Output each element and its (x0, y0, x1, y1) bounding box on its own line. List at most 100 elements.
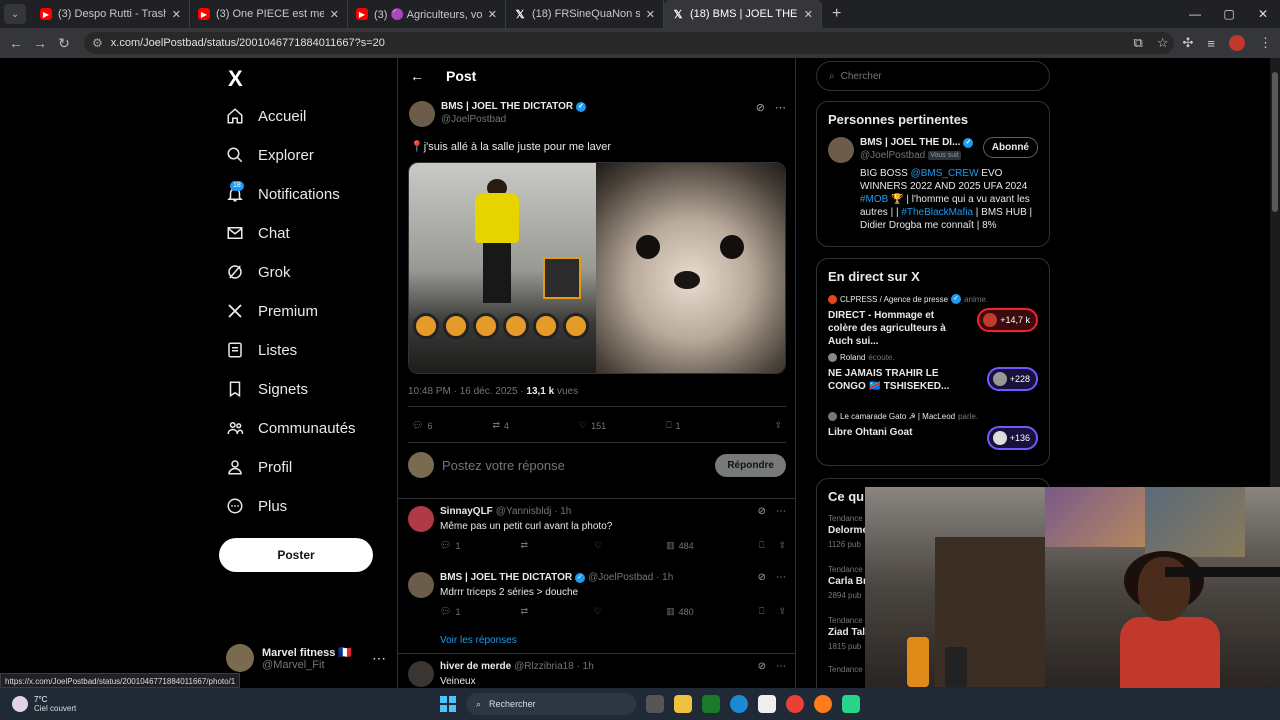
more-dots-icon[interactable]: ⋯ (776, 506, 786, 517)
nav-item-notifications[interactable]: 18 Notifications (226, 180, 340, 208)
task-view-icon[interactable] (646, 695, 664, 713)
post-button[interactable]: Poster (219, 538, 373, 572)
install-app-icon[interactable]: ⧉ (1134, 35, 1143, 51)
chihuahua-image[interactable] (596, 163, 785, 373)
x-logo[interactable]: X (228, 66, 243, 92)
live-item[interactable]: Roland écoute. NE JAMAIS TRAHIR LE CONGO … (828, 353, 1038, 412)
browser-tab[interactable]: 𝕏 (18) FRSineQuaNon sur X : "@T ✕ (506, 0, 664, 28)
minimize-icon[interactable]: — (1178, 0, 1212, 28)
firefox-icon[interactable] (814, 695, 832, 713)
share-icon[interactable]: ⇪ (774, 420, 782, 431)
close-tab-icon[interactable]: ✕ (330, 8, 339, 21)
more-dots-icon[interactable]: ⋯ (776, 661, 786, 672)
weather-widget[interactable]: 7°C Ciel couvert (12, 695, 76, 713)
comment-icon[interactable]: 💬︎ 1 (440, 540, 460, 551)
more-dots-icon[interactable]: ⋯ (775, 101, 786, 114)
nav-item-lists[interactable]: Listes (226, 336, 297, 364)
profile-avatar[interactable] (1229, 35, 1245, 51)
browser-tab[interactable]: ▶ (3) 🟣 Agriculteurs, vote du bu ✕ (348, 0, 506, 28)
author-name[interactable]: BMS | JOEL THE DICTATOR (441, 101, 573, 112)
comment-item[interactable]: SinnayQLF @Yannisbldj · 1h ⊘ ⋯ Même pas un… (408, 506, 786, 551)
share-icon[interactable]: ⇪ (778, 606, 786, 617)
close-tab-icon[interactable]: ✕ (172, 8, 181, 21)
site-info-icon[interactable]: ⚙ (92, 36, 103, 50)
store-icon[interactable] (758, 695, 776, 713)
close-tab-icon[interactable]: ✕ (488, 8, 497, 21)
share-icon[interactable]: ⇪ (778, 540, 786, 551)
url-field[interactable]: ⚙ x.com/JoelPostbad/status/2001046771884… (84, 32, 1174, 54)
nvidia-icon[interactable] (702, 695, 720, 713)
nav-item-communities[interactable]: Communautés (226, 414, 356, 442)
forward-arrow-icon[interactable]: → (28, 35, 52, 51)
nav-item-more[interactable]: Plus (226, 492, 287, 520)
comment-item[interactable]: hiver de merde @Rlzzibria18 · 1h ⊘ ⋯ Veine… (408, 661, 786, 687)
tab-search-button[interactable]: ⌄ (4, 4, 26, 24)
nav-item-grok[interactable]: Grok (226, 258, 291, 286)
taskbar-search[interactable]: ⌕ Rechercher (466, 693, 636, 715)
close-tab-icon[interactable]: ✕ (804, 8, 813, 21)
back-arrow-icon[interactable]: ← (4, 35, 28, 51)
nav-item-profile[interactable]: Profil (226, 453, 292, 481)
bookmark-icon[interactable]: ⎕ (759, 540, 764, 551)
bookmark-action[interactable]: ⎕ 1 (666, 420, 680, 431)
listener-count[interactable]: +228 (986, 367, 1038, 391)
live-item[interactable]: Le camarade Gato ☭ | MacLeod parle. Libre… (828, 412, 1038, 471)
scrollbar-thumb[interactable] (1272, 72, 1278, 212)
extensions-icon[interactable]: ✣ (1183, 35, 1194, 51)
avatar[interactable] (409, 101, 435, 127)
chrome-icon[interactable] (786, 695, 804, 713)
reply-input[interactable]: Postez votre réponse (442, 458, 565, 473)
grok-icon[interactable]: ⊘ (758, 661, 766, 672)
new-tab-button[interactable]: + (832, 5, 841, 23)
views-icon[interactable]: ▥ 484 (666, 540, 694, 551)
gym-selfie-image[interactable] (409, 163, 596, 373)
avatar[interactable] (828, 137, 854, 163)
reply-button[interactable]: Répondre (715, 453, 786, 477)
app-icon[interactable] (842, 695, 860, 713)
heart-icon[interactable]: ♡ (594, 606, 602, 617)
comment-item[interactable]: BMS | JOEL THE DICTATOR ✓ @JoelPostbad · 1… (408, 572, 786, 617)
browser-menu-icon[interactable]: ⋮ (1259, 35, 1272, 51)
listener-count[interactable]: +14,7 k (977, 308, 1038, 332)
reading-list-icon[interactable]: ≡ (1207, 36, 1215, 51)
heart-icon[interactable]: ♡ (594, 540, 602, 551)
edge-icon[interactable] (730, 695, 748, 713)
browser-tab-active[interactable]: 𝕏 (18) BMS | JOEL THE DICTATOR ✕ (664, 0, 822, 28)
more-dots-icon[interactable]: ⋯ (776, 572, 786, 583)
nav-item-chat[interactable]: Chat (226, 219, 290, 247)
views-icon[interactable]: ▥ 480 (666, 606, 694, 617)
file-explorer-icon[interactable] (674, 695, 692, 713)
back-arrow-icon[interactable]: ← (410, 68, 424, 84)
reply-action[interactable]: 💬︎ 6 (412, 420, 432, 431)
following-button[interactable]: Abonné (982, 137, 1038, 158)
browser-tab[interactable]: ▶ (3) One PIECE est meilleur sans ✕ (190, 0, 348, 28)
nav-item-premium[interactable]: Premium (226, 297, 318, 325)
bookmark-star-icon[interactable]: ☆ (1157, 35, 1169, 51)
windows-start-icon[interactable] (440, 696, 456, 712)
see-replies-link[interactable]: Voir les réponses (440, 635, 517, 646)
comment-icon[interactable]: 💬︎ 1 (440, 606, 460, 617)
maximize-icon[interactable]: ▢ (1212, 0, 1246, 28)
nav-item-explore[interactable]: Explorer (226, 141, 314, 169)
live-item[interactable]: CLPRESS / Agence de presse ✓ anime. DIRECT… (828, 294, 1038, 353)
repost-icon[interactable]: ⇄ (520, 540, 528, 551)
repost-icon[interactable]: ⇄ (520, 606, 528, 617)
close-window-icon[interactable]: ✕ (1246, 0, 1280, 28)
nav-item-bookmarks[interactable]: Signets (226, 375, 308, 403)
person-row[interactable]: BMS | JOEL THE DI... ✓ @JoelPostbad Vous s… (828, 137, 1038, 163)
browser-tab[interactable]: ▶ (3) Despo Rutti - Trashhh - You ✕ (32, 0, 190, 28)
more-dots-icon[interactable]: ⋯ (372, 650, 386, 667)
repost-action[interactable]: ⇄ 4 (492, 420, 509, 431)
close-tab-icon[interactable]: ✕ (646, 8, 655, 21)
grok-icon[interactable]: ⊘ (758, 572, 766, 583)
account-switcher[interactable]: Marvel fitness 🇫🇷 @Marvel_Fit ⋯ (226, 644, 386, 672)
search-input[interactable]: ⌕ Chercher (816, 61, 1050, 91)
nav-item-home[interactable]: Accueil (226, 102, 306, 130)
author-handle[interactable]: @JoelPostbad (441, 114, 586, 125)
grok-icon[interactable]: ⊘ (756, 101, 765, 114)
listener-count[interactable]: +136 (986, 426, 1038, 450)
reload-icon[interactable]: ↻ (52, 35, 76, 52)
like-action[interactable]: ♡ 151 (579, 420, 606, 431)
bookmark-icon[interactable]: ⎕ (759, 606, 764, 617)
grok-icon[interactable]: ⊘ (758, 506, 766, 517)
